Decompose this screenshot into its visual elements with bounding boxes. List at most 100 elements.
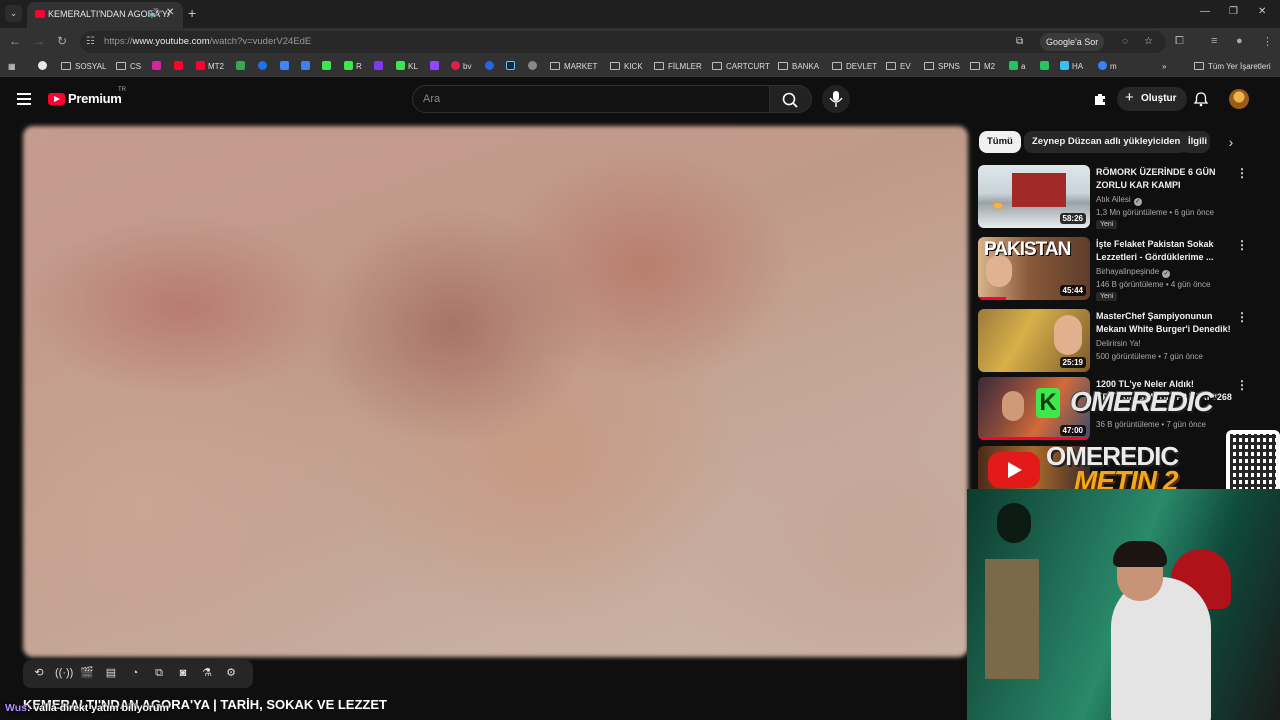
search-button[interactable] [770,85,812,113]
bookmark-ha[interactable]: HA [1060,60,1083,73]
bookmark-instagram[interactable] [152,60,164,73]
recommendation-channel[interactable]: Atık Ailesi ✓ [1096,195,1142,206]
chat-username: Wus [5,702,27,714]
apps-grid-icon[interactable]: ▦ [8,60,16,73]
bookmark-globe[interactable] [528,60,540,73]
account-avatar[interactable] [1229,89,1249,109]
bookmark-kick-r[interactable]: R [344,60,362,73]
video-thumbnail[interactable]: 58:26 [978,165,1090,228]
recommendation-channel[interactable]: Birhayalinpeşinde ✓ [1096,267,1171,278]
settings-gear-icon[interactable]: ⚙ [223,665,239,681]
bookmark-steam[interactable] [506,60,518,73]
bookmark-r-blue[interactable] [485,60,497,73]
bookmark-play[interactable] [258,60,270,73]
create-button[interactable]: Oluştur [1117,86,1187,111]
tab-audio-icon[interactable]: 🔊 [149,8,160,19]
recommendation-item[interactable]: 25:19 MasterChef Şampiyonunun Mekanı Whi… [978,309,1253,375]
filmstrip-icon[interactable]: ▤ [103,665,119,681]
broadcast-icon[interactable]: ((·)) [55,665,73,681]
more-options-icon[interactable]: ⋮ [1236,239,1248,251]
bookmark-folder-devlet[interactable]: DEVLET [832,60,877,73]
forward-icon[interactable]: → [33,34,45,48]
tab-close-icon[interactable]: ✕ [166,7,174,18]
chip-all[interactable]: Tümü [979,131,1021,153]
recommendation-item[interactable]: PAKISTAN 45:44 İşte Felaket Pakistan Soka… [978,237,1253,303]
restore-icon[interactable]: ❐ [1229,6,1238,17]
bookmark-drive[interactable] [236,60,248,73]
site-info-icon[interactable]: ☷ [86,36,95,47]
chip-from-uploader[interactable]: Zeynep Düzcan adlı yükleyiciden [1024,131,1189,153]
new-tab-button[interactable]: + [188,5,196,21]
picture-in-picture-icon[interactable]: ⧉ [151,665,167,681]
recommendation-title[interactable]: RÖMORK ÜZERİNDE 6 GÜN ZORLU KAR KAMPI [1096,166,1234,192]
bookmark-mt2[interactable]: MT2 [196,60,224,73]
video-player[interactable] [23,126,968,657]
bookmark-kl[interactable]: KL [396,60,418,73]
watch-progress-bar [978,437,1090,440]
video-thumbnail[interactable]: 25:19 [978,309,1090,372]
bookmark-twitch-2[interactable] [430,60,442,73]
chip-related[interactable]: İlgili [1180,131,1210,153]
bookmark-folder-ev[interactable]: EV [886,60,911,73]
bookmark-kick[interactable] [322,60,334,73]
video-duration: 47:00 [1059,425,1086,436]
bookmark-folder-filmler[interactable]: FİLMLER [654,60,702,73]
chevron-right-icon[interactable]: › [1222,132,1240,152]
extensions-icon[interactable]: ⧠ [1175,35,1184,48]
bookmark-youtube[interactable] [174,60,186,73]
extension-puzzle-icon[interactable] [1092,91,1108,107]
bookmark-green[interactable] [1040,60,1052,73]
bookmark-google[interactable] [38,60,50,73]
bookmark-folder-banka[interactable]: BANKA [778,60,819,73]
bookmark-twitch[interactable] [374,60,386,73]
screenshot-camera-icon[interactable]: ◙ [175,665,191,681]
bookmark-folder-m2[interactable]: M2 [970,60,995,73]
address-bar[interactable]: ☷ https://www.youtube.com/watch?v=vuderV… [80,31,1166,53]
bookmark-bv[interactable]: bv [451,60,471,73]
notifications-bell-icon[interactable] [1193,91,1209,107]
bookmark-star-icon[interactable]: ☆ [1144,36,1153,47]
recommendation-title[interactable]: MasterChef Şampiyonunun Mekanı White Bur… [1096,310,1234,336]
bookmark-folder-kick[interactable]: KICK [610,60,643,73]
minimize-icon[interactable]: — [1200,6,1210,17]
more-options-icon[interactable]: ⋮ [1236,379,1248,391]
recommendation-title[interactable]: İşte Felaket Pakistan Sokak Lezzetleri -… [1096,238,1234,264]
cinema-mode-icon[interactable]: 🎬 [79,665,95,681]
back-icon[interactable]: ← [9,34,21,48]
bookmark-folder-cs[interactable]: CS [116,60,141,73]
video-thumbnail[interactable]: PAKISTAN 45:44 [978,237,1090,300]
tracking-off-icon[interactable]: ◌ [1122,36,1128,47]
bookmark-folder-market[interactable]: MARKET [550,60,597,73]
recommendation-item[interactable]: 58:26 RÖMORK ÜZERİNDE 6 GÜN ZORLU KAR KA… [978,165,1253,231]
reload-icon[interactable]: ↻ [57,34,67,48]
lab-flask-icon[interactable]: ⚗ [199,665,215,681]
close-window-icon[interactable]: ✕ [1258,6,1266,17]
bookmarks-overflow-icon[interactable]: » [1162,60,1166,73]
bookmark-m[interactable] [301,60,313,73]
search-input[interactable] [423,93,753,105]
recommendation-channel[interactable]: Delirirsin Ya! [1096,339,1141,348]
more-options-icon[interactable]: ⋮ [1236,167,1248,179]
bookmark-folder-cartcurt[interactable]: CARTCURT [712,60,770,73]
bookmark-all-bookmarks[interactable]: Tüm Yer İşaretleri [1194,60,1271,73]
bookmark-folder-sosyal[interactable]: SOSYAL [61,60,106,73]
reading-list-icon[interactable]: ≡ [1211,35,1217,47]
bookmark-docs[interactable] [280,60,292,73]
stream-banner-overlay: OMEREDIC METIN 2 [1046,443,1179,495]
guide-menu-icon[interactable] [17,93,31,105]
playback-speed-icon[interactable]: ◔ [127,665,143,681]
voice-search-button[interactable] [822,85,850,113]
url-text[interactable]: https://www.youtube.com/watch?v=vuderV24… [104,36,311,47]
folder-icon [924,62,934,70]
bookmark-a[interactable]: a [1009,60,1025,73]
bookmark-folder-spns[interactable]: SPNS [924,60,960,73]
google-ask-button[interactable]: Google'a Sor [1040,33,1105,51]
more-options-icon[interactable]: ⋮ [1236,311,1248,323]
profile-icon[interactable]: ● [1236,35,1243,47]
loop-icon[interactable]: ⟲ [31,665,47,681]
browser-menu-icon[interactable]: ⋮ [1262,35,1273,48]
browser-tab-active[interactable]: KEMERALTI'NDAN AGORA'YA | TARİH, SOKAK V… [27,2,183,28]
tab-search-button[interactable]: ⌄ [5,5,22,22]
cast-icon[interactable]: ⧉ [1016,36,1023,47]
bookmark-m-meta[interactable]: m [1098,60,1117,73]
